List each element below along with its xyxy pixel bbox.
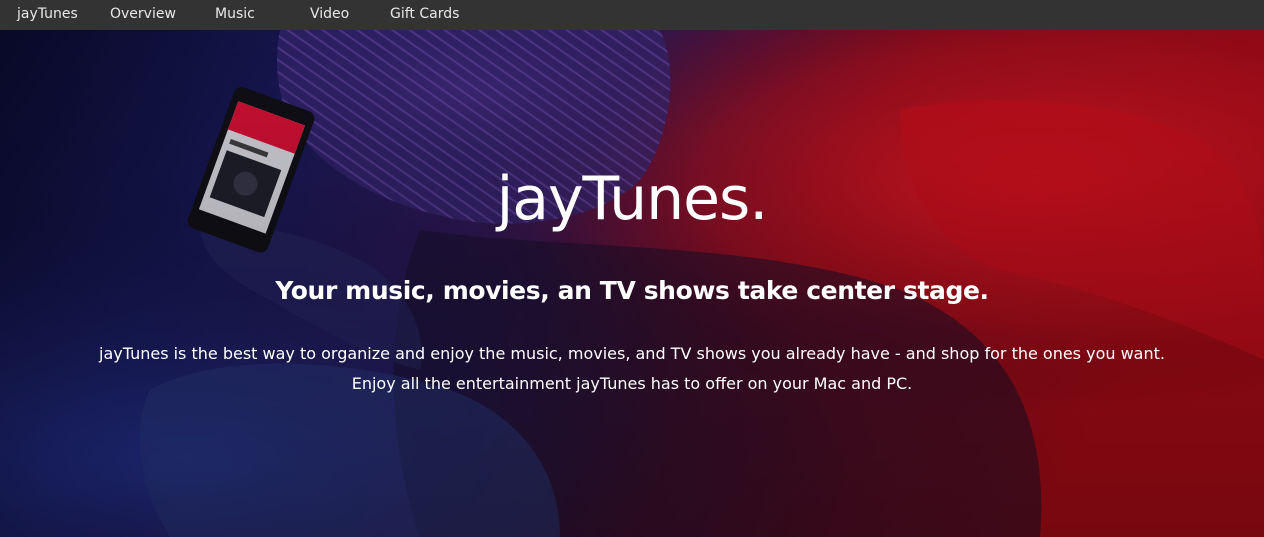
nav-item-overview[interactable]: Overview [110,0,176,30]
hero-subtitle: Your music, movies, an TV shows take cen… [275,276,989,305]
hero-title: jayTunes. [496,164,769,234]
nav-brand-link[interactable]: jayTunes [17,0,78,30]
nav-item-video[interactable]: Video [310,0,349,30]
hero-description-line-1: jayTunes is the best way to organize and… [99,344,1165,363]
nav-item-gift-cards[interactable]: Gift Cards [390,0,459,30]
hero-section: jayTunes. Your music, movies, an TV show… [0,30,1264,537]
top-navbar: jayTunes Overview Music Video Gift Cards [0,0,1264,30]
hero-description-line-2: Enjoy all the entertainment jayTunes has… [351,374,913,393]
nav-item-music[interactable]: Music [215,0,255,30]
